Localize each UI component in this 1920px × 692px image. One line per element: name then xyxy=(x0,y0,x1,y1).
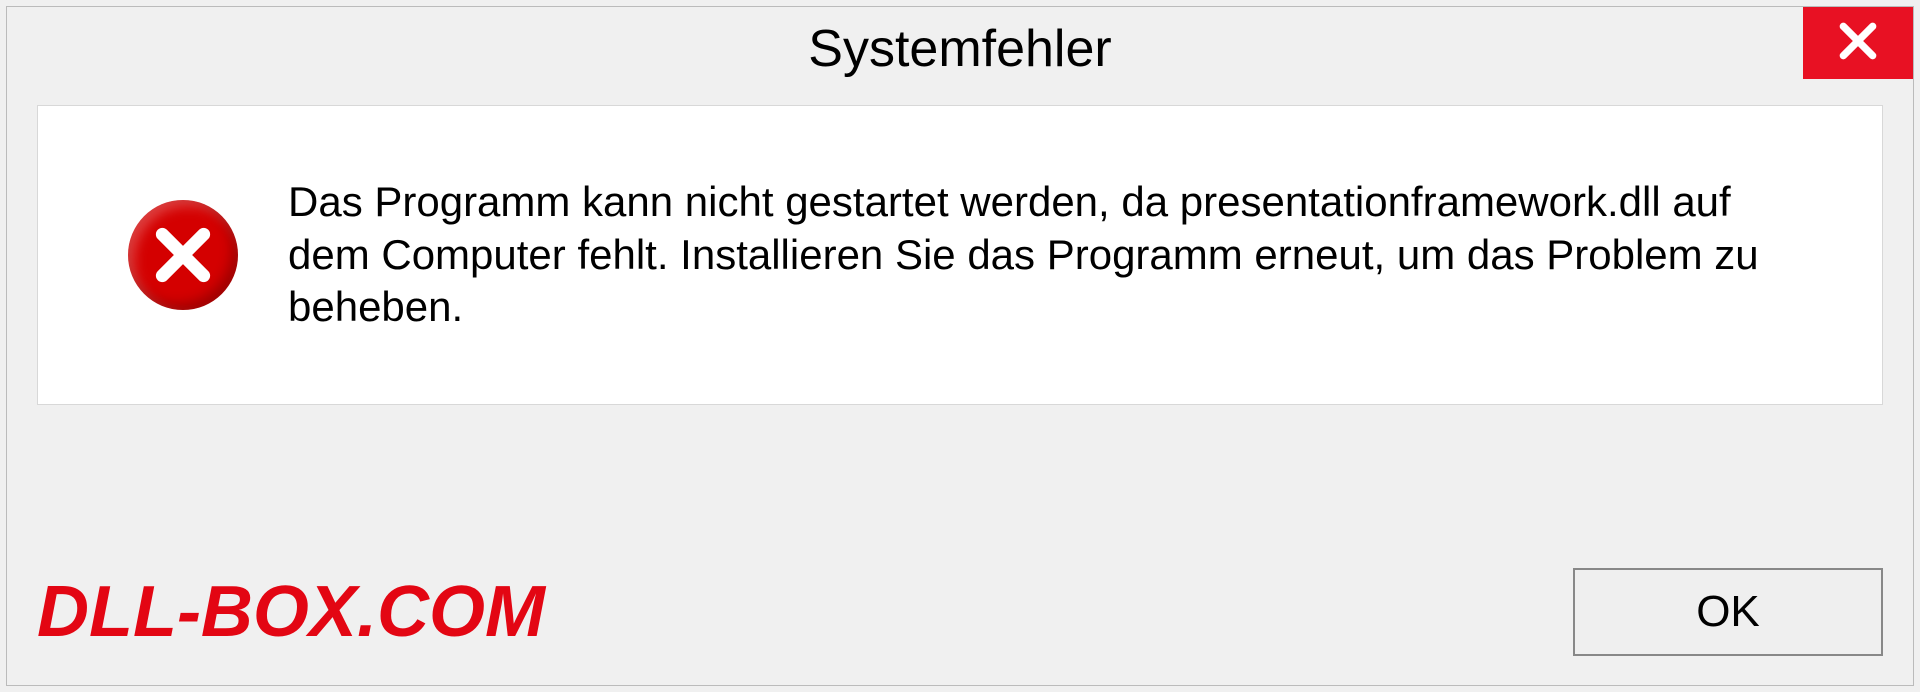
titlebar: Systemfehler xyxy=(7,7,1913,91)
dialog-title: Systemfehler xyxy=(808,19,1111,79)
close-button[interactable] xyxy=(1803,7,1913,79)
watermark-text: DLL-BOX.COM xyxy=(37,571,545,653)
ok-button[interactable]: OK xyxy=(1573,568,1883,656)
close-icon xyxy=(1836,19,1880,68)
error-message: Das Programm kann nicht gestartet werden… xyxy=(288,176,1812,334)
content-panel: Das Programm kann nicht gestartet werden… xyxy=(37,105,1883,405)
error-icon xyxy=(128,200,238,310)
error-dialog: Systemfehler Das Programm kann nicht ges… xyxy=(6,6,1914,686)
footer: DLL-BOX.COM OK xyxy=(37,557,1883,667)
